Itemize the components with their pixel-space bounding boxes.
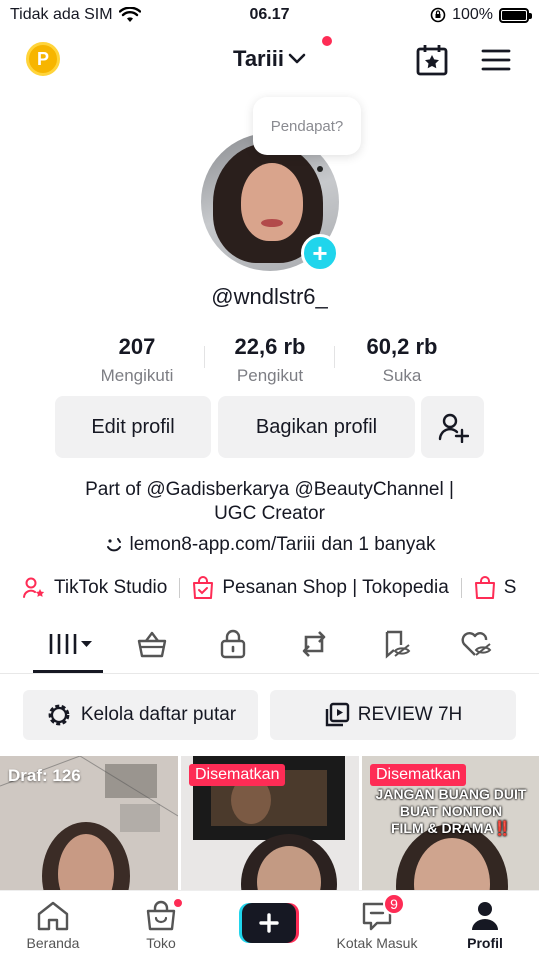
account-name: Tariii — [233, 46, 284, 71]
nav-label: Beranda — [26, 935, 80, 951]
playlist-review-button[interactable]: REVIEW 7H — [270, 690, 516, 740]
menu-icon[interactable] — [481, 48, 511, 72]
basket-icon — [137, 631, 167, 658]
link-more[interactable]: dan 1 banyak — [321, 534, 435, 556]
create-button[interactable] — [239, 903, 299, 943]
bookmark-hidden-icon — [385, 630, 411, 659]
bio-line: UGC Creator — [214, 503, 325, 524]
video-thumbnail-pinned-1[interactable]: Disematkan — [181, 756, 359, 890]
manage-playlist-button[interactable]: Kelola daftar putar — [23, 690, 258, 740]
manage-playlist-label: Kelola daftar putar — [80, 704, 237, 725]
orientation-lock-icon — [430, 7, 446, 23]
stat-label: Suka — [382, 366, 422, 385]
notification-dot — [322, 36, 332, 46]
stat-likes[interactable]: 60,2 rb Suka — [322, 334, 482, 386]
tab-shop[interactable] — [132, 626, 172, 662]
home-icon — [37, 901, 69, 931]
bottom-nav: Beranda Toko 9 Kotak Masuk Profil — [0, 890, 539, 960]
add-story-button[interactable]: + — [301, 234, 339, 272]
heart-hidden-icon — [461, 632, 492, 656]
edit-profile-button[interactable]: Edit profil — [55, 396, 211, 458]
stats-row: 207 Mengikuti 22,6 rb Pengikut 60,2 rb S… — [0, 334, 539, 390]
status-bar: Tidak ada SIM 06.17 100% — [0, 0, 539, 32]
shopping-bag-check-icon — [193, 576, 214, 599]
link-text[interactable]: lemon8-app.com/Tariii — [130, 534, 316, 556]
content-tabs — [0, 620, 539, 674]
shortcut-divider — [460, 578, 462, 598]
shortcut-orders[interactable]: Pesanan Shop | Tokopedia — [192, 576, 449, 600]
playlist-icon — [325, 702, 349, 727]
draft-count: Draf: 126 — [8, 766, 81, 785]
shortcut-shop[interactable]: S — [474, 576, 517, 600]
stat-value: 60,2 rb — [366, 334, 438, 359]
grid-icon — [49, 634, 92, 654]
battery-percent: 100% — [452, 6, 493, 23]
tab-reposts[interactable] — [294, 626, 334, 662]
shortcut-row: TikTok Studio Pesanan Shop | Tokopedia S — [22, 574, 516, 602]
note-bubble[interactable]: Pendapat? — [253, 97, 361, 155]
tab-private[interactable] — [213, 626, 253, 662]
shortcut-label: Pesanan Shop | Tokopedia — [222, 577, 449, 598]
nav-label: Kotak Masuk — [336, 935, 418, 951]
person-star-icon — [23, 577, 45, 598]
shortcut-tiktok-studio[interactable]: TikTok Studio — [22, 576, 167, 600]
caption-line: JANGAN BUANG DUIT — [375, 786, 527, 802]
bio-line: Part of @Gadisberkarya @BeautyChannel | — [85, 479, 454, 500]
playlist-label: REVIEW 7H — [357, 704, 463, 725]
pinned-badge: Disematkan — [370, 764, 467, 786]
video-caption-overlay: JANGAN BUANG DUIT BUAT NONTON FILM & DRA… — [362, 786, 539, 837]
battery-icon — [499, 7, 532, 23]
shortcut-label: TikTok Studio — [54, 577, 168, 598]
shop-notification-dot — [172, 897, 184, 909]
nav-label: Toko — [146, 935, 176, 951]
chevron-down-icon — [288, 53, 306, 64]
calendar-star-icon[interactable] — [416, 44, 448, 76]
caption-line: BUAT NONTON — [399, 803, 503, 819]
shortcut-divider — [179, 578, 181, 598]
lock-icon — [220, 629, 246, 659]
nav-label: Profil — [467, 935, 503, 951]
bubble-tail — [317, 166, 323, 172]
add-person-icon — [438, 413, 469, 443]
caption-line: FILM & DRAMA‼️ — [390, 820, 512, 836]
video-thumbnail-pinned-2[interactable]: Disematkan JANGAN BUANG DUIT BUAT NONTON… — [362, 756, 539, 890]
video-thumbnail-draft[interactable]: Draf: 126 — [0, 756, 178, 890]
profile-link[interactable]: lemon8-app.com/Tariii dan 1 banyak — [0, 534, 539, 556]
video-grid: Draf: 126 Disematkan Disematkan JANGAN B… — [0, 756, 539, 890]
gear-icon — [48, 704, 70, 726]
bio: Part of @Gadisberkarya @BeautyChannel | … — [0, 478, 539, 526]
nav-shop[interactable]: Toko — [111, 897, 211, 951]
shopping-bag-icon — [474, 576, 495, 599]
nav-profile[interactable]: Profil — [435, 899, 535, 951]
active-tab-indicator — [33, 670, 103, 673]
inbox-badge: 9 — [383, 893, 405, 915]
add-friend-button[interactable] — [421, 396, 484, 458]
nav-inbox[interactable]: 9 Kotak Masuk — [327, 893, 427, 951]
tab-videos[interactable] — [38, 626, 98, 662]
lemon8-icon — [106, 538, 121, 552]
username: @wndlstr6_ — [211, 284, 328, 309]
share-profile-button[interactable]: Bagikan profil — [218, 396, 415, 458]
shortcut-label: S — [503, 577, 517, 598]
nav-home[interactable]: Beranda — [3, 899, 103, 951]
repost-icon — [302, 631, 326, 657]
tab-liked[interactable] — [456, 626, 496, 662]
account-switcher[interactable]: Tariii — [0, 46, 539, 72]
pinned-badge: Disematkan — [189, 764, 286, 786]
tab-favorites[interactable] — [376, 626, 416, 662]
top-nav: P Tariii — [0, 36, 539, 84]
profile-icon — [472, 902, 498, 930]
